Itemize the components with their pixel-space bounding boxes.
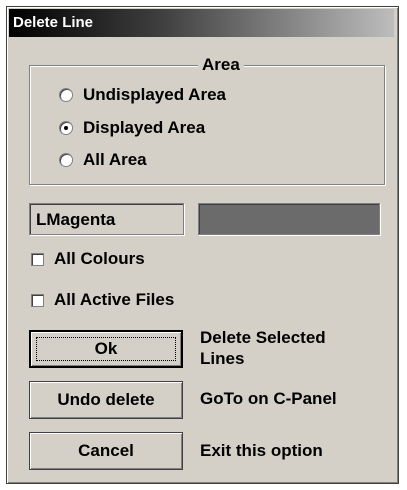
colour-name-value: LMagenta <box>36 210 116 229</box>
radio-displayed-area-circle[interactable] <box>59 121 73 135</box>
cancel-button-label: Cancel <box>78 441 134 460</box>
undo-delete-button-label: Undo delete <box>57 390 155 409</box>
radio-all-area-circle[interactable] <box>59 153 73 167</box>
all-colours-checkbox[interactable]: All Colours <box>31 249 145 269</box>
all-active-files-label: All Active Files <box>54 290 175 309</box>
title-bar[interactable]: Delete Line <box>9 9 394 37</box>
colour-swatch[interactable] <box>198 203 380 235</box>
all-active-files-check-box[interactable] <box>31 293 44 307</box>
delete-line-dialog: Delete Line Area Undisplayed Area Displa… <box>6 6 399 484</box>
radio-all-area-label: All Area <box>83 150 147 169</box>
all-colours-check-box[interactable] <box>31 252 44 266</box>
all-colours-label: All Colours <box>54 249 145 268</box>
ok-button[interactable]: Ok <box>29 330 183 368</box>
window-title: Delete Line <box>13 14 94 31</box>
radio-undisplayed-area-circle[interactable] <box>59 88 73 102</box>
colour-name-field[interactable]: LMagenta <box>29 203 184 235</box>
area-group-title: Area <box>198 55 244 75</box>
focus-rectangle <box>36 337 176 361</box>
cancel-button[interactable]: Cancel <box>29 432 183 470</box>
radio-all-area[interactable]: All Area <box>59 150 147 170</box>
all-active-files-checkbox[interactable]: All Active Files <box>31 290 174 310</box>
radio-displayed-area-label: Displayed Area <box>83 118 206 137</box>
radio-undisplayed-area-label: Undisplayed Area <box>83 85 226 104</box>
ok-description-line1: Delete Selected <box>200 328 326 347</box>
undo-delete-description: GoTo on C-Panel <box>200 389 337 408</box>
cancel-description: Exit this option <box>200 441 323 460</box>
radio-undisplayed-area[interactable]: Undisplayed Area <box>59 85 226 105</box>
ok-description-line2: Lines <box>200 349 245 368</box>
radio-displayed-area[interactable]: Displayed Area <box>59 118 205 138</box>
undo-delete-button[interactable]: Undo delete <box>29 381 183 419</box>
